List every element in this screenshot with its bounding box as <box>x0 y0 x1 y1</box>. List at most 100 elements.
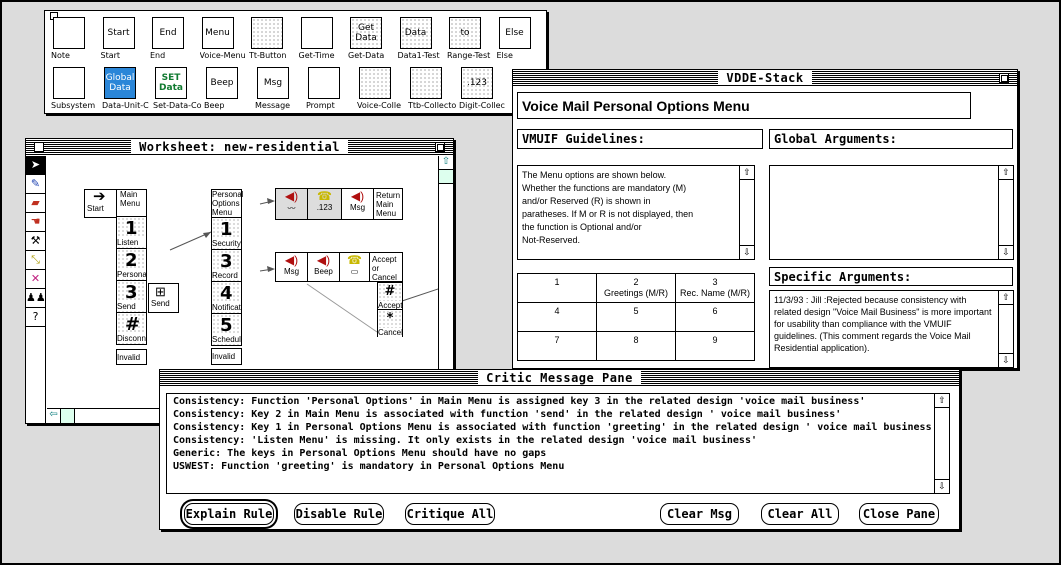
scroll-left-icon[interactable]: ⇦ <box>47 409 61 423</box>
tool-end[interactable]: End End <box>150 15 200 65</box>
key-cell[interactable]: 8 <box>596 331 676 361</box>
key-cell[interactable]: 5 <box>596 302 676 332</box>
explain-rule-button[interactable]: Explain Rule <box>184 503 274 525</box>
critic-message[interactable]: Consistency: Function 'Personal Options'… <box>167 395 949 408</box>
personal-invalid-cell[interactable]: Invalid <box>211 348 242 365</box>
critic-message[interactable]: Generic: The keys in Personal Options Me… <box>167 447 949 460</box>
tool-global-data[interactable]: Global Data Data-Unit-C <box>102 65 153 115</box>
scroll-up-icon[interactable]: ⇧ <box>935 394 949 408</box>
message-list[interactable]: Consistency: Function 'Personal Options'… <box>166 393 950 494</box>
close-box[interactable] <box>34 142 44 152</box>
hand-icon[interactable]: ☚ <box>26 213 45 232</box>
menu-key-cell[interactable]: 3 Send <box>116 280 147 313</box>
key-cell[interactable]: 4 <box>517 302 597 332</box>
critic-message[interactable]: Consistency: 'Listen Menu' is missing. I… <box>167 434 949 447</box>
tool-note[interactable]: Note <box>51 15 101 65</box>
hammer-icon[interactable]: ⚒ <box>26 232 45 251</box>
eraser-icon[interactable]: ▰ <box>26 194 45 213</box>
clear-all-button[interactable]: Clear All <box>761 503 839 525</box>
critique-all-button[interactable]: Critique All <box>405 503 495 525</box>
menu-key-cell[interactable]: 1 Security <box>211 217 242 250</box>
worksheet-title-bar[interactable]: Worksheet: new-residential <box>26 139 453 155</box>
critic-message[interactable]: USWEST: Function 'greeting' is mandatory… <box>167 460 949 473</box>
return-main-menu-node[interactable]: Return Main Menu <box>374 189 402 219</box>
tool-digit-collect[interactable]: .123 Digit-Collec <box>459 65 510 115</box>
cancel-key-cell[interactable]: * Cancel <box>377 309 403 337</box>
critic-message[interactable]: Consistency: Key 2 in Main Menu is assoc… <box>167 408 949 421</box>
scroll-down-icon[interactable]: ⇩ <box>935 479 949 493</box>
menu-key-cell[interactable]: 1 Listen <box>116 216 147 249</box>
scroll-thumb[interactable] <box>61 409 75 423</box>
tool-prompt[interactable]: Prompt <box>306 65 357 115</box>
group-icon[interactable]: ♟♟ <box>26 289 46 308</box>
tool-get-data[interactable]: Get Data Get-Data <box>348 15 398 65</box>
prompt-node[interactable]: ◀) 〰 <box>276 189 308 219</box>
tool-subsystem[interactable]: Subsystem <box>51 65 102 115</box>
guidelines-field[interactable]: The Menu options are shown below. Whethe… <box>517 165 755 260</box>
accept-cancel-node[interactable]: Accept or Cancel <box>370 253 402 282</box>
key-cell[interactable]: 7 <box>517 331 597 361</box>
scroll-up-icon[interactable]: ⇧ <box>439 156 453 170</box>
voice-collect-node[interactable]: ☎ ▭ <box>340 253 370 281</box>
menu-key-cell[interactable]: # Disconn <box>116 312 147 345</box>
menu-key-cell[interactable]: 5Schedule <box>211 313 242 346</box>
menu-key-cell[interactable]: 3 Record <box>211 249 242 282</box>
key-cell[interactable]: 9 <box>675 331 755 361</box>
send-subsystem-node[interactable]: ⊞ Send <box>148 283 179 313</box>
accept-key-cell[interactable]: # Accept <box>377 282 403 310</box>
tool-ttb-collect[interactable]: Ttb-Collecto <box>408 65 459 115</box>
scroll-up-icon[interactable]: ⇧ <box>999 166 1013 180</box>
tool-voice-menu[interactable]: Menu Voice-Menu <box>200 15 250 65</box>
key-cell[interactable]: 1 <box>517 273 597 303</box>
key-cell[interactable]: 2 Greetings (M/R) <box>596 273 676 303</box>
connector-icon[interactable]: ⤡ <box>26 251 45 270</box>
tool-range-test[interactable]: to Range-Test <box>447 15 497 65</box>
beep-node[interactable]: ◀) Beep <box>308 253 340 281</box>
start-node[interactable]: ➔ Start <box>84 189 117 218</box>
tool-start[interactable]: Start Start <box>101 15 151 65</box>
guidelines-scrollbar[interactable]: ⇧ ⇩ <box>739 166 754 259</box>
arrow-pointer-icon[interactable]: ➤ <box>26 156 45 175</box>
personal-menu-header[interactable]: Personal Options Menu <box>211 189 244 219</box>
prompt-chain-node[interactable]: ◀) 〰 ☎ .123 ◀) Msg Return Main Menu <box>275 188 403 220</box>
scroll-down-icon[interactable]: ⇩ <box>999 245 1013 259</box>
clear-msg-button[interactable]: Clear Msg <box>660 503 739 525</box>
scroll-up-icon[interactable]: ⇧ <box>999 291 1013 305</box>
scroll-thumb[interactable] <box>439 170 453 184</box>
scroll-up-icon[interactable]: ⇧ <box>740 166 754 180</box>
tool-tt-button[interactable]: Tt-Button <box>249 15 299 65</box>
message-node[interactable]: ◀) Msg <box>342 189 374 219</box>
main-menu-header[interactable]: Main Menu <box>116 189 147 218</box>
zoom-box[interactable] <box>999 73 1009 83</box>
digit-collect-node[interactable]: ☎ .123 <box>308 189 342 219</box>
menu-key-cell[interactable]: 2 Personal <box>116 248 147 281</box>
vdde-title-bar[interactable]: VDDE-Stack <box>513 70 1017 86</box>
disable-rule-button[interactable]: Disable Rule <box>294 503 384 525</box>
menu-key-cell[interactable]: 4 Notificat <box>211 281 242 314</box>
tool-else[interactable]: Else Else <box>497 15 547 65</box>
tool-get-time[interactable]: Get-Time <box>299 15 349 65</box>
global-arguments-scrollbar[interactable]: ⇧ ⇩ <box>998 166 1013 259</box>
message-scrollbar[interactable]: ⇧ ⇩ <box>934 394 949 493</box>
critic-message[interactable]: Consistency: Key 1 in Personal Options M… <box>167 421 949 434</box>
zoom-box[interactable] <box>435 142 445 152</box>
specific-arguments-field[interactable]: 11/3/93 : Jill :Rejected because consist… <box>769 290 1014 368</box>
tool-message[interactable]: Msg Message <box>255 65 306 115</box>
tool-beep[interactable]: Beep Beep <box>204 65 255 115</box>
specific-arguments-scrollbar[interactable]: ⇧ ⇩ <box>998 291 1013 367</box>
global-arguments-field[interactable]: ⇧ ⇩ <box>769 165 1014 260</box>
key-cell[interactable]: 6 <box>675 302 755 332</box>
message-node[interactable]: ◀) Msg <box>276 253 308 281</box>
key-cell[interactable]: 3 Rec. Name (M/R) <box>675 273 755 303</box>
accept-chain-node[interactable]: ◀) Msg ◀) Beep ☎ ▭ Accept or Cancel <box>275 252 403 282</box>
delete-link-icon[interactable]: ✕ <box>26 270 45 289</box>
main-invalid-cell[interactable]: Invalid <box>116 349 147 365</box>
tool-data1-test[interactable]: Data Data1-Test <box>398 15 448 65</box>
tool-set-data[interactable]: SET Data Set-Data-Co <box>153 65 204 115</box>
help-icon[interactable]: ? <box>26 308 45 327</box>
close-pane-button[interactable]: Close Pane <box>859 503 939 525</box>
pencil-icon[interactable]: ✎ <box>26 175 45 194</box>
scroll-down-icon[interactable]: ⇩ <box>740 245 754 259</box>
scroll-down-icon[interactable]: ⇩ <box>999 353 1013 367</box>
tool-voice-collect[interactable]: Voice-Colle <box>357 65 408 115</box>
